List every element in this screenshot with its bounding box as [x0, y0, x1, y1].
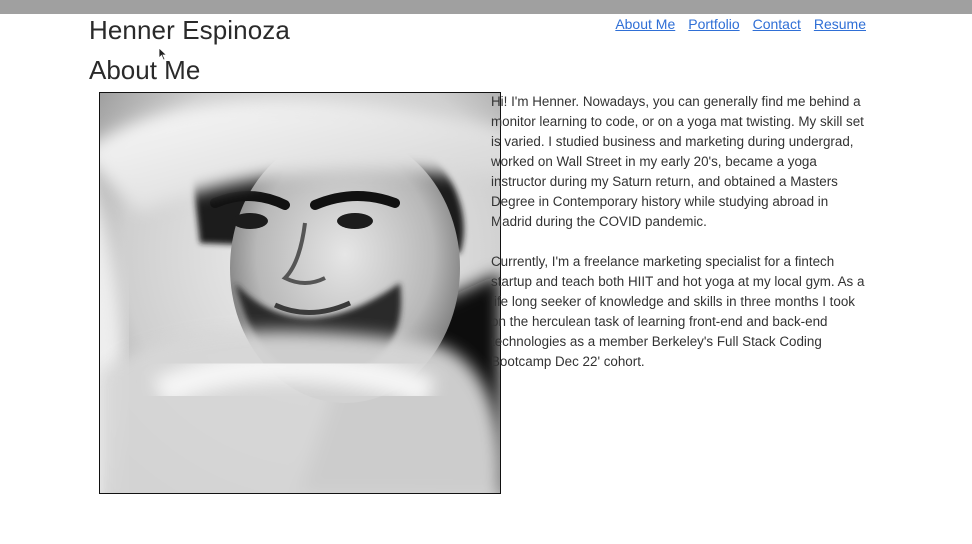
- mouse-cursor-icon: [158, 47, 168, 61]
- nav-link-resume[interactable]: Resume: [814, 16, 866, 32]
- bio-paragraph: Hi! I'm Henner. Nowadays, you can genera…: [491, 94, 864, 229]
- bio-paragraph: Currently, I'm a freelance marketing spe…: [491, 254, 865, 369]
- profile-photo: [99, 92, 501, 494]
- browser-top-bar: [0, 0, 972, 14]
- nav-link-portfolio[interactable]: Portfolio: [688, 16, 739, 32]
- site-name: Henner Espinoza: [89, 15, 290, 45]
- page: Henner Espinoza About Me Portfolio Conta…: [0, 0, 972, 544]
- main-nav: About Me Portfolio Contact Resume: [615, 16, 866, 32]
- profile-photo-illustration: [100, 93, 500, 493]
- section-title-about-me: About Me: [89, 55, 201, 85]
- nav-link-about-me[interactable]: About Me: [615, 16, 675, 32]
- about-bio: Hi! I'm Henner. Nowadays, you can genera…: [491, 92, 866, 392]
- nav-link-contact[interactable]: Contact: [753, 16, 801, 32]
